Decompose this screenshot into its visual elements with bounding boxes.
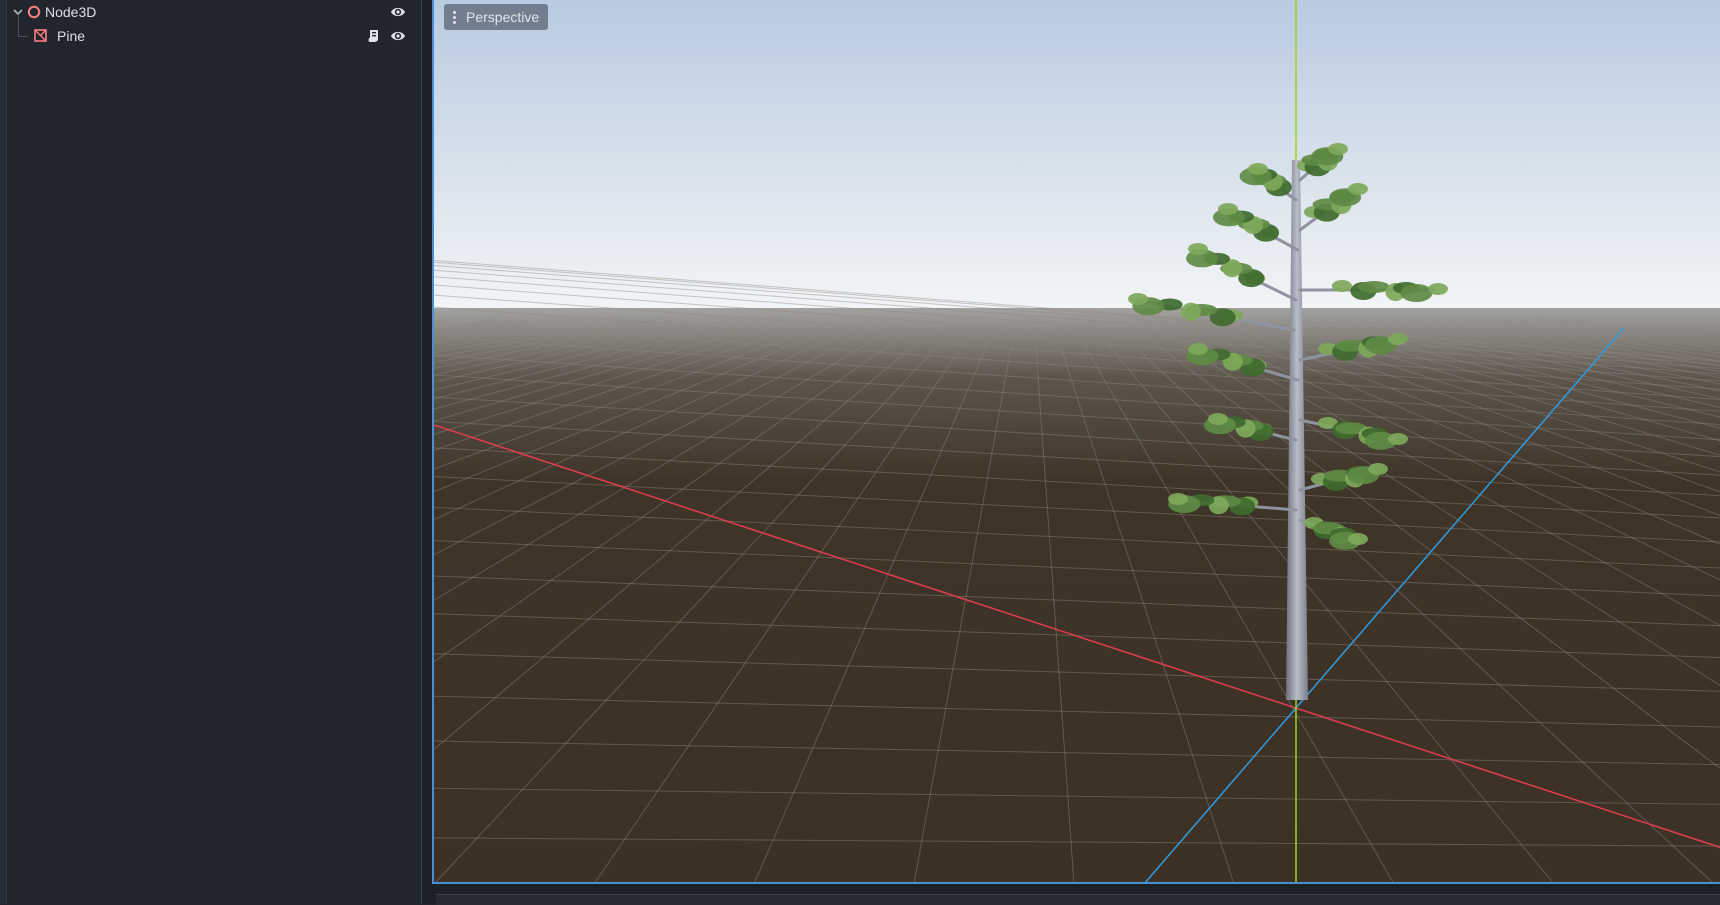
tree-item-label: Node3D	[45, 4, 97, 20]
3d-viewport[interactable]: Perspective	[432, 0, 1720, 884]
perspective-menu-button[interactable]: Perspective	[444, 4, 549, 30]
tree-item-label: Pine	[57, 28, 86, 44]
view-mode-label: Perspective	[466, 9, 540, 25]
visibility-eye-icon[interactable]	[390, 28, 406, 44]
visibility-eye-icon[interactable]	[390, 4, 406, 20]
scene-tree-panel: Node3D Pine	[0, 0, 422, 904]
sky	[434, 0, 1720, 308]
script-icon[interactable]	[366, 28, 382, 44]
bottom-panel	[436, 894, 1720, 905]
panel-splitter[interactable]	[422, 0, 432, 904]
bottom-panel-edge	[432, 884, 1720, 905]
tree-item-node3d[interactable]: Node3D	[6, 0, 414, 25]
tree-guide-line	[18, 15, 28, 37]
tree-item-pine[interactable]: Pine	[6, 15, 414, 49]
menu-dots-icon	[453, 11, 457, 25]
node3d-icon	[26, 4, 42, 20]
viewport-scene[interactable]	[434, 0, 1720, 884]
ground-plane	[434, 308, 1720, 882]
mesh-instance-icon	[33, 28, 49, 44]
panel-edge	[0, 0, 7, 904]
